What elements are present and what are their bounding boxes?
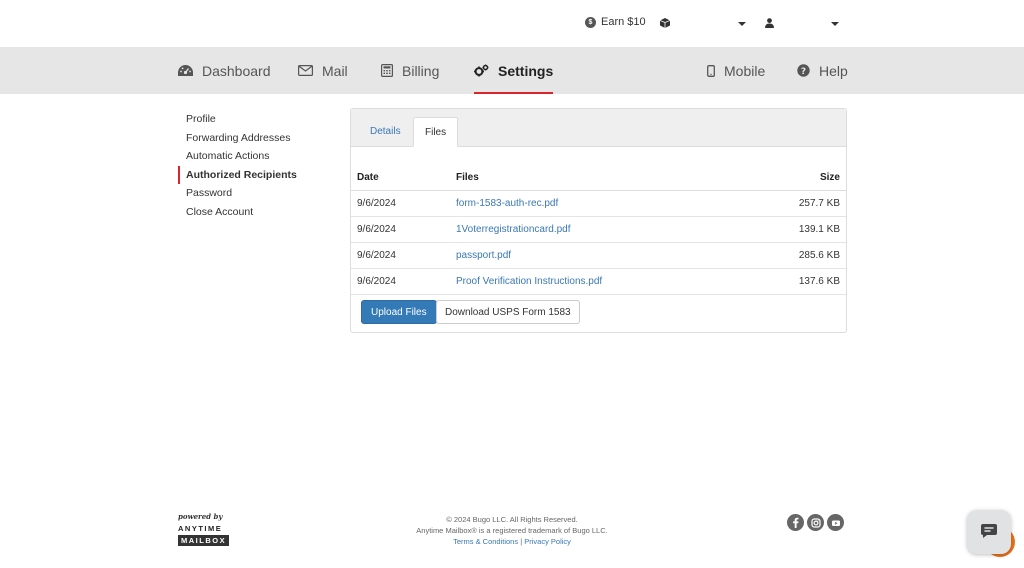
nav-help-label: Help [819,62,848,79]
terms-link[interactable]: Terms & Conditions [453,537,518,546]
privacy-link[interactable]: Privacy Policy [524,537,571,546]
file-link[interactable]: Proof Verification Instructions.pdf [456,276,602,287]
table-row: 9/6/2024 1Voterregistrationcard.pdf 139.… [351,216,846,243]
logo-powered-by: powered by [178,512,223,521]
trademark-text: Anytime Mailbox® is a registered tradema… [416,526,608,535]
sidebar-item-profile[interactable]: Profile [178,110,338,129]
column-header-size: Size [746,165,846,191]
download-usps-form-button[interactable]: Download USPS Form 1583 [436,300,580,324]
sidebar-item-authorized-recipients[interactable]: Authorized Recipients [178,165,338,184]
tab-files[interactable]: Files [413,117,459,147]
gears-icon [474,64,489,77]
copyright-text: © 2024 Bugo LLC. All Rights Reserved. [446,515,578,524]
mobile-icon [707,64,715,77]
nav-mail[interactable]: Mail [298,47,348,94]
file-size: 137.6 KB [746,268,846,295]
panel-tabs: Details Files [351,109,846,147]
file-date: 9/6/2024 [351,268,450,295]
social-links [787,514,844,531]
svg-text:?: ? [801,67,806,77]
chat-icon [980,523,998,542]
file-date: 9/6/2024 [351,190,450,217]
file-size: 139.1 KB [746,216,846,243]
table-row: 9/6/2024 passport.pdf 285.6 KB [351,242,846,269]
calculator-icon [381,64,393,77]
file-size: 285.6 KB [746,242,846,269]
chat-launcher-button[interactable] [967,510,1011,554]
nav-billing[interactable]: Billing [381,47,439,94]
files-table: Date Files Size 9/6/2024 form-1583-auth-… [351,165,846,295]
sidebar-item-forwarding-addresses[interactable]: Forwarding Addresses [178,129,338,148]
column-header-files: Files [450,165,747,191]
tab-details[interactable]: Details [359,117,412,147]
sidebar-item-close-account[interactable]: Close Account [178,203,338,222]
table-row: 9/6/2024 form-1583-auth-rec.pdf 257.7 KB [351,190,846,217]
table-row: 9/6/2024 Proof Verification Instructions… [351,268,846,295]
file-date: 9/6/2024 [351,242,450,269]
nav-settings-label: Settings [498,62,554,79]
earn-link[interactable]: $ Earn $10 [585,16,646,28]
file-link[interactable]: passport.pdf [456,250,511,261]
column-header-date: Date [351,165,450,191]
footer-links: Terms & Conditions | Privacy Policy [362,536,662,547]
top-bar: $ Earn $10 [0,0,1024,47]
sidebar-item-automatic-actions[interactable]: Automatic Actions [178,147,338,166]
nav-dashboard[interactable]: Dashboard [178,47,271,94]
nav-help[interactable]: ? Help [797,47,848,94]
chevron-down-icon[interactable] [738,22,746,26]
file-link[interactable]: 1Voterregistrationcard.pdf [456,224,571,235]
anytime-mailbox-logo: powered by ANYTIME MAILBOX [178,512,230,546]
upload-files-button[interactable]: Upload Files [361,300,437,324]
main-nav: Dashboard Mail Billing Settings Mobile ?… [0,47,1024,94]
nav-dashboard-label: Dashboard [202,62,271,79]
sidebar-item-password[interactable]: Password [178,184,338,203]
facebook-icon[interactable] [787,514,804,531]
box-icon[interactable] [660,18,670,28]
envelope-icon [298,65,313,76]
nav-settings[interactable]: Settings [474,47,554,94]
file-size: 257.7 KB [746,190,846,217]
question-circle-icon: ? [797,64,810,77]
dashboard-icon [178,64,193,77]
file-date: 9/6/2024 [351,216,450,243]
file-link[interactable]: form-1583-auth-rec.pdf [456,198,558,209]
instagram-icon[interactable] [807,514,824,531]
files-panel: Details Files Date Files Size 9/6/2024 f… [350,108,847,333]
logo-mailbox: MAILBOX [178,535,230,546]
nav-mobile-label: Mobile [724,62,766,79]
youtube-icon[interactable] [827,514,844,531]
nav-mail-label: Mail [322,62,348,79]
earn-label: Earn $10 [601,16,646,28]
table-header-row: Date Files Size [351,165,846,191]
nav-billing-label: Billing [402,62,440,79]
chevron-down-icon[interactable] [831,22,839,26]
nav-mobile[interactable]: Mobile [707,47,765,94]
footer-legal: © 2024 Bugo LLC. All Rights Reserved. An… [362,514,662,547]
user-icon[interactable] [765,18,774,28]
coin-icon: $ [585,16,596,28]
settings-sidebar: Profile Forwarding Addresses Automatic A… [178,110,338,221]
logo-anytime: ANYTIME [178,524,223,533]
